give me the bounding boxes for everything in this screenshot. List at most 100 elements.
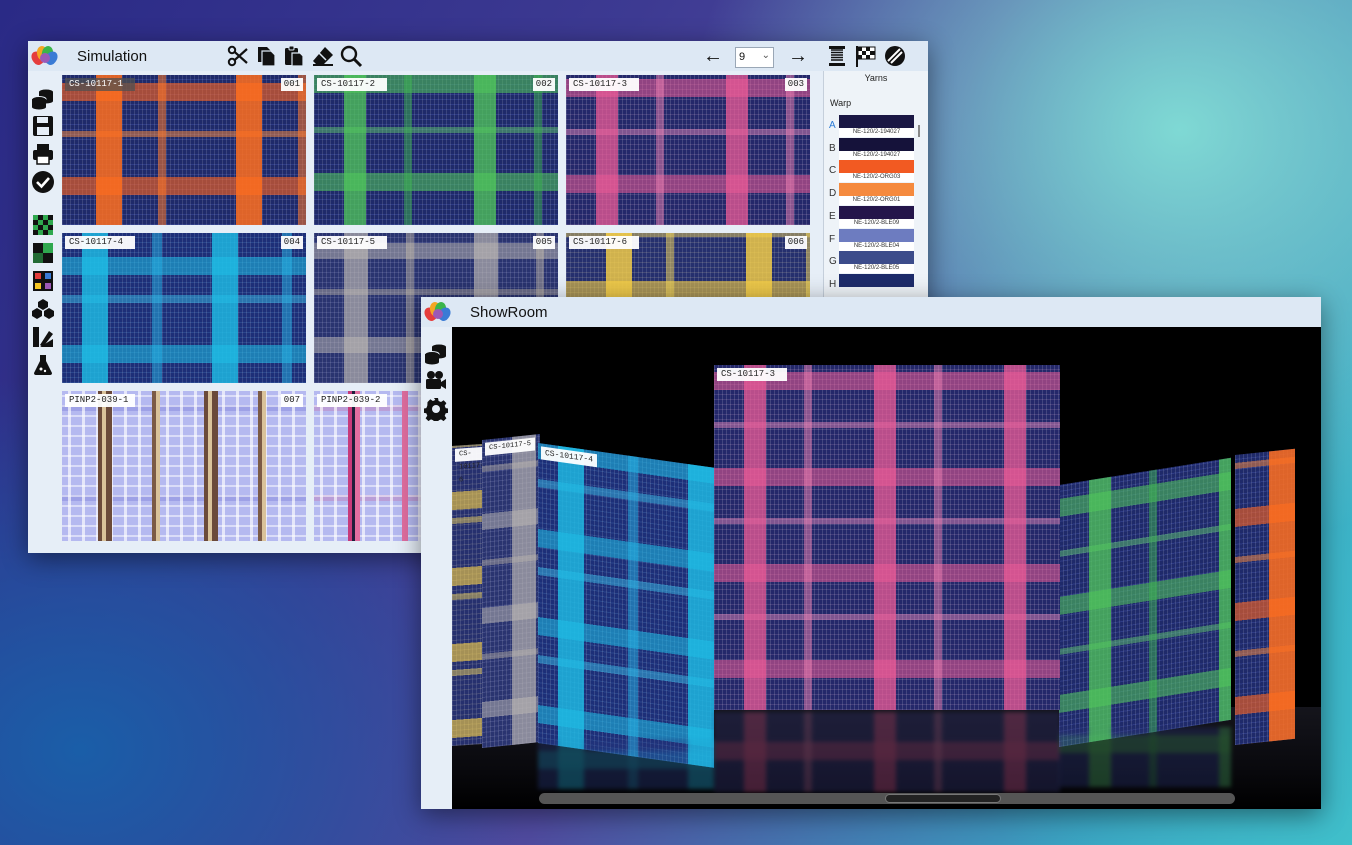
- yarn-item[interactable]: H: [828, 273, 918, 296]
- tile-number: 003: [784, 78, 807, 91]
- yarn-item[interactable]: F NE-120/2-BLE04: [828, 228, 918, 251]
- page-select[interactable]: 9 ⌄: [735, 47, 774, 68]
- yarn-letter: F: [829, 233, 836, 245]
- showroom-panel-left-near[interactable]: CS-10117-4: [538, 443, 714, 768]
- yarn-letter: E: [829, 210, 836, 222]
- yarn-code: NE-120/2-194027: [839, 128, 914, 137]
- yarn-letter: H: [829, 278, 837, 290]
- paste-icon[interactable]: [282, 44, 306, 68]
- yarn-code: NE-120/2-BLE05: [839, 264, 914, 274]
- showroom-panel-right-reflection: [1059, 727, 1231, 787]
- yarn-color-swatch: [839, 160, 914, 174]
- tile-label: CS-10117-3: [569, 78, 639, 91]
- tile-label: CS-10117-5: [317, 236, 387, 249]
- yarn-code: NE-120/2-ORG03: [839, 173, 914, 183]
- window-title: Simulation: [77, 48, 148, 65]
- yarn-item[interactable]: G NE-120/2-BLE05: [828, 251, 918, 274]
- fabric-tile[interactable]: CS-10117-1 001: [62, 75, 306, 225]
- database-icon[interactable]: [31, 87, 55, 111]
- showroom-left-rail: [421, 327, 452, 809]
- settings-gear-icon[interactable]: [424, 397, 448, 421]
- yarn-letter: G: [829, 256, 837, 268]
- showroom-panel-right-far[interactable]: [1235, 448, 1295, 745]
- yarn-color-swatch: [839, 205, 914, 219]
- yarn-spool-icon[interactable]: [825, 44, 849, 68]
- yarn-code: NE-120/2-BLE09: [839, 218, 914, 228]
- tile-number: 005: [532, 236, 555, 249]
- showroom-panel-center-reflection: [714, 712, 1060, 792]
- yarn-letter: C: [829, 165, 837, 177]
- tile-number: 002: [532, 78, 555, 91]
- copy-icon[interactable]: [254, 44, 278, 68]
- yarn-letter: D: [829, 188, 837, 200]
- fabric-tile[interactable]: PINP2-039-1 007: [62, 391, 306, 541]
- showroom-titlebar: ShowRoom: [421, 297, 1321, 327]
- check-circle-icon[interactable]: [31, 170, 55, 194]
- panel-label: CS-10117-3: [717, 368, 787, 381]
- fabric-roll-icon[interactable]: [883, 44, 907, 68]
- save-icon[interactable]: [31, 114, 55, 138]
- yarn-item[interactable]: A NE-120/2-194027: [828, 115, 918, 137]
- tile-number: 004: [280, 236, 303, 249]
- fabric-tile[interactable]: CS-10117-3 003: [566, 75, 810, 225]
- tile-label: CS-10117-1: [65, 78, 135, 91]
- tile-number: 006: [784, 236, 807, 249]
- warp-label: Warp: [830, 98, 852, 108]
- video-camera-icon[interactable]: [424, 369, 448, 393]
- showroom-panel-left-far[interactable]: CS-10117-6: [452, 443, 482, 747]
- window-title: ShowRoom: [470, 304, 548, 321]
- showroom-window: ShowRoom CS-10117-6 CS-10117-5 CS-10117-…: [421, 297, 1321, 809]
- showroom-panel-left-mid[interactable]: CS-10117-5: [482, 433, 540, 749]
- tile-label: CS-10117-6: [569, 236, 639, 249]
- tile-label: CS-10117-4: [65, 236, 135, 249]
- next-page-button[interactable]: →: [787, 45, 809, 67]
- weave-green-icon[interactable]: [31, 213, 55, 237]
- eraser-icon[interactable]: [311, 44, 335, 68]
- tile-label: CS-10117-2: [317, 78, 387, 91]
- showroom-horizontal-scrollbar[interactable]: [539, 793, 1235, 804]
- prev-page-button[interactable]: ←: [702, 45, 724, 67]
- fabric-tile[interactable]: CS-10117-2 002: [314, 75, 558, 225]
- yarn-item[interactable]: E NE-120/2-BLE09: [828, 205, 918, 228]
- yarn-list-scrollbar[interactable]: [918, 125, 920, 137]
- database-icon[interactable]: [424, 342, 448, 366]
- fabric-tile[interactable]: CS-10117-4 004: [62, 233, 306, 383]
- simulation-titlebar: Simulation ← 9 ⌄ →: [28, 41, 928, 71]
- yarn-color-swatch: [839, 137, 914, 151]
- scissors-icon[interactable]: [226, 44, 250, 68]
- color-grid-icon[interactable]: [31, 269, 55, 293]
- yarn-letter: B: [829, 142, 836, 154]
- showroom-panel-right-near[interactable]: [1059, 457, 1231, 747]
- showroom-stage[interactable]: CS-10117-6 CS-10117-5 CS-10117-4 CS-1011…: [452, 327, 1321, 809]
- yarn-item[interactable]: D NE-120/2-ORG01: [828, 183, 918, 206]
- tile-label: PINP2-039-2: [317, 394, 387, 407]
- search-icon[interactable]: [339, 44, 363, 68]
- weave-dark-icon[interactable]: [31, 241, 55, 265]
- yarns-title: Yarns: [864, 73, 888, 83]
- showroom-panel-left-reflection: [538, 739, 714, 789]
- tile-label: PINP2-039-1: [65, 394, 135, 407]
- yarn-color-swatch: [839, 228, 914, 242]
- yarn-color-swatch: [839, 251, 914, 265]
- tile-number: 007: [280, 394, 303, 407]
- app-logo-icon: [28, 45, 61, 67]
- print-icon[interactable]: [31, 142, 55, 166]
- simulation-left-rail: [28, 71, 58, 553]
- scrollbar-thumb[interactable]: [885, 794, 1001, 803]
- yarn-item[interactable]: C NE-120/2-ORG03: [828, 160, 918, 183]
- yarn-item[interactable]: B NE-120/2-194027: [828, 137, 918, 160]
- checkered-flag-icon[interactable]: [854, 44, 878, 68]
- panel-label: CS-10117-6: [455, 446, 482, 485]
- yarn-code: NE-120/2-194027: [839, 150, 914, 160]
- page-select-value: 9: [739, 51, 746, 63]
- showroom-panel-center[interactable]: CS-10117-3: [714, 365, 1060, 710]
- app-logo-icon: [421, 301, 454, 323]
- panel-label: CS-10117-4: [541, 446, 598, 468]
- yarn-code: NE-120/2-ORG01: [839, 196, 914, 206]
- yarn-letter: A: [829, 120, 836, 131]
- color-palette-icon[interactable]: [31, 325, 55, 349]
- tile-number: 001: [280, 78, 303, 91]
- chevron-down-icon: ⌄: [761, 50, 770, 61]
- lab-flask-icon[interactable]: [31, 353, 55, 377]
- cubes-icon[interactable]: [31, 297, 55, 321]
